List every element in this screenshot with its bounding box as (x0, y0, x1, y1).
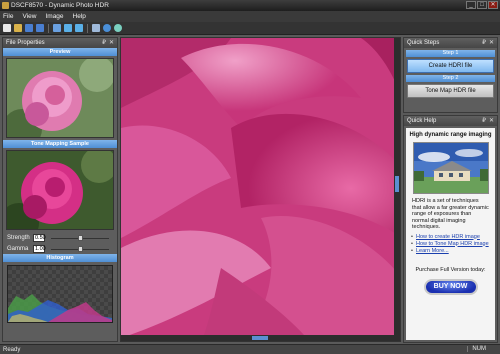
vertical-scrollbar[interactable] (394, 38, 400, 341)
quick-help-title: Quick Help (407, 118, 437, 124)
horizontal-scroll-thumb[interactable] (252, 336, 268, 340)
strength-slider-knob[interactable] (78, 234, 83, 241)
main-image-canvas[interactable] (120, 37, 401, 342)
gamma-slider-knob[interactable] (78, 245, 83, 252)
toolbar-separator (87, 23, 88, 33)
status-bar: Ready NUM (0, 344, 500, 354)
gamma-slider[interactable] (51, 245, 109, 253)
gamma-input[interactable]: 1.00 (33, 244, 46, 253)
histogram-chart (7, 265, 113, 323)
preview-header: Preview (3, 48, 117, 56)
link-learn-more[interactable]: Learn More... (411, 248, 489, 255)
gamma-row: Gamma 1.00 (3, 243, 117, 254)
create-hdri-button[interactable]: Create HDRI file (407, 59, 494, 73)
panel-close-icon[interactable]: ✕ (109, 39, 114, 46)
menu-image[interactable]: Image (45, 13, 63, 20)
step-1-label: Step 1 (406, 50, 495, 57)
zoom-icon[interactable] (92, 24, 100, 32)
link-create-hdr[interactable]: How to create HDR image (411, 234, 489, 241)
help-icon[interactable] (103, 24, 111, 32)
hdr-sample-image (412, 142, 489, 194)
panel-close-icon[interactable]: ✕ (489, 117, 494, 124)
tone-mapping-header: Tone Mapping Sample (3, 140, 117, 148)
gamma-label: Gamma (7, 245, 29, 252)
pin-icon[interactable]: ₽ (102, 39, 106, 46)
title-bar: DSCF8570 - Dynamic Photo HDR _ □ ✕ (0, 0, 500, 11)
open-icon[interactable] (14, 24, 22, 32)
redo-icon[interactable] (75, 24, 83, 32)
purchase-text: Purchase Full Version today: (415, 266, 486, 273)
strength-slider[interactable] (51, 234, 109, 242)
pin-icon[interactable]: ₽ (482, 39, 486, 46)
settings-icon[interactable] (114, 24, 122, 32)
toolbar (0, 22, 500, 35)
preview-image (6, 58, 114, 138)
quick-help-body: High dynamic range imaging HDRI is a set… (406, 128, 495, 340)
menu-view[interactable]: View (22, 13, 36, 20)
quick-help-panel: Quick Help ₽ ✕ High dynamic range imagin… (403, 115, 498, 343)
toolbar-separator (48, 23, 49, 33)
buy-now-button[interactable]: BUY NOW (423, 278, 478, 295)
file-properties-panel: File Properties ₽ ✕ Preview Tone Mapping… (2, 37, 118, 342)
status-ready: Ready (3, 346, 21, 353)
new-icon[interactable] (3, 24, 11, 32)
strength-input[interactable]: 0.50 (33, 233, 46, 242)
menu-file[interactable]: File (3, 13, 13, 20)
strength-label: Strength (7, 234, 30, 241)
quick-steps-panel: Quick Steps ₽ ✕ Step 1 Create HDRI file … (403, 37, 498, 113)
panel-close-icon[interactable]: ✕ (489, 39, 494, 46)
strength-row: Strength 0.50 (3, 232, 117, 243)
right-panel: Quick Steps ₽ ✕ Step 1 Create HDRI file … (403, 37, 498, 343)
quick-steps-header: Quick Steps ₽ ✕ (404, 38, 497, 48)
save-as-icon[interactable] (36, 24, 44, 32)
histogram-header: Histogram (3, 254, 117, 262)
tone-mapping-image (6, 150, 114, 230)
file-properties-header: File Properties ₽ ✕ (3, 38, 117, 48)
vertical-scroll-thumb[interactable] (395, 176, 399, 192)
maximize-button[interactable]: □ (477, 1, 487, 9)
menu-bar: File View Image Help (0, 11, 500, 22)
tone-map-button[interactable]: Tone Map HDR file (407, 84, 494, 98)
help-links: How to create HDR image How to Tone Map … (406, 231, 495, 255)
link-tone-map-hdr[interactable]: How to Tone Map HDR image (411, 241, 489, 248)
status-num-lock: NUM (467, 346, 486, 352)
close-button[interactable]: ✕ (488, 1, 498, 9)
rose-image (121, 38, 400, 341)
save-icon[interactable] (25, 24, 33, 32)
minimize-button[interactable]: _ (466, 1, 476, 9)
step-2-label: Step 2 (406, 75, 495, 82)
quick-help-header: Quick Help ₽ ✕ (404, 116, 497, 126)
help-description: HDRI is a set of techniques that allow a… (412, 198, 489, 230)
help-heading: High dynamic range imaging (409, 132, 492, 138)
hdr-icon[interactable] (53, 24, 61, 32)
pin-icon[interactable]: ₽ (482, 117, 486, 124)
undo-icon[interactable] (64, 24, 72, 32)
app-icon (2, 2, 9, 9)
window-controls: _ □ ✕ (466, 1, 498, 9)
file-properties-title: File Properties (6, 40, 45, 46)
window-title: DSCF8570 - Dynamic Photo HDR (11, 2, 109, 9)
quick-steps-title: Quick Steps (407, 40, 440, 46)
menu-help[interactable]: Help (73, 13, 86, 20)
horizontal-scrollbar[interactable] (121, 335, 400, 341)
